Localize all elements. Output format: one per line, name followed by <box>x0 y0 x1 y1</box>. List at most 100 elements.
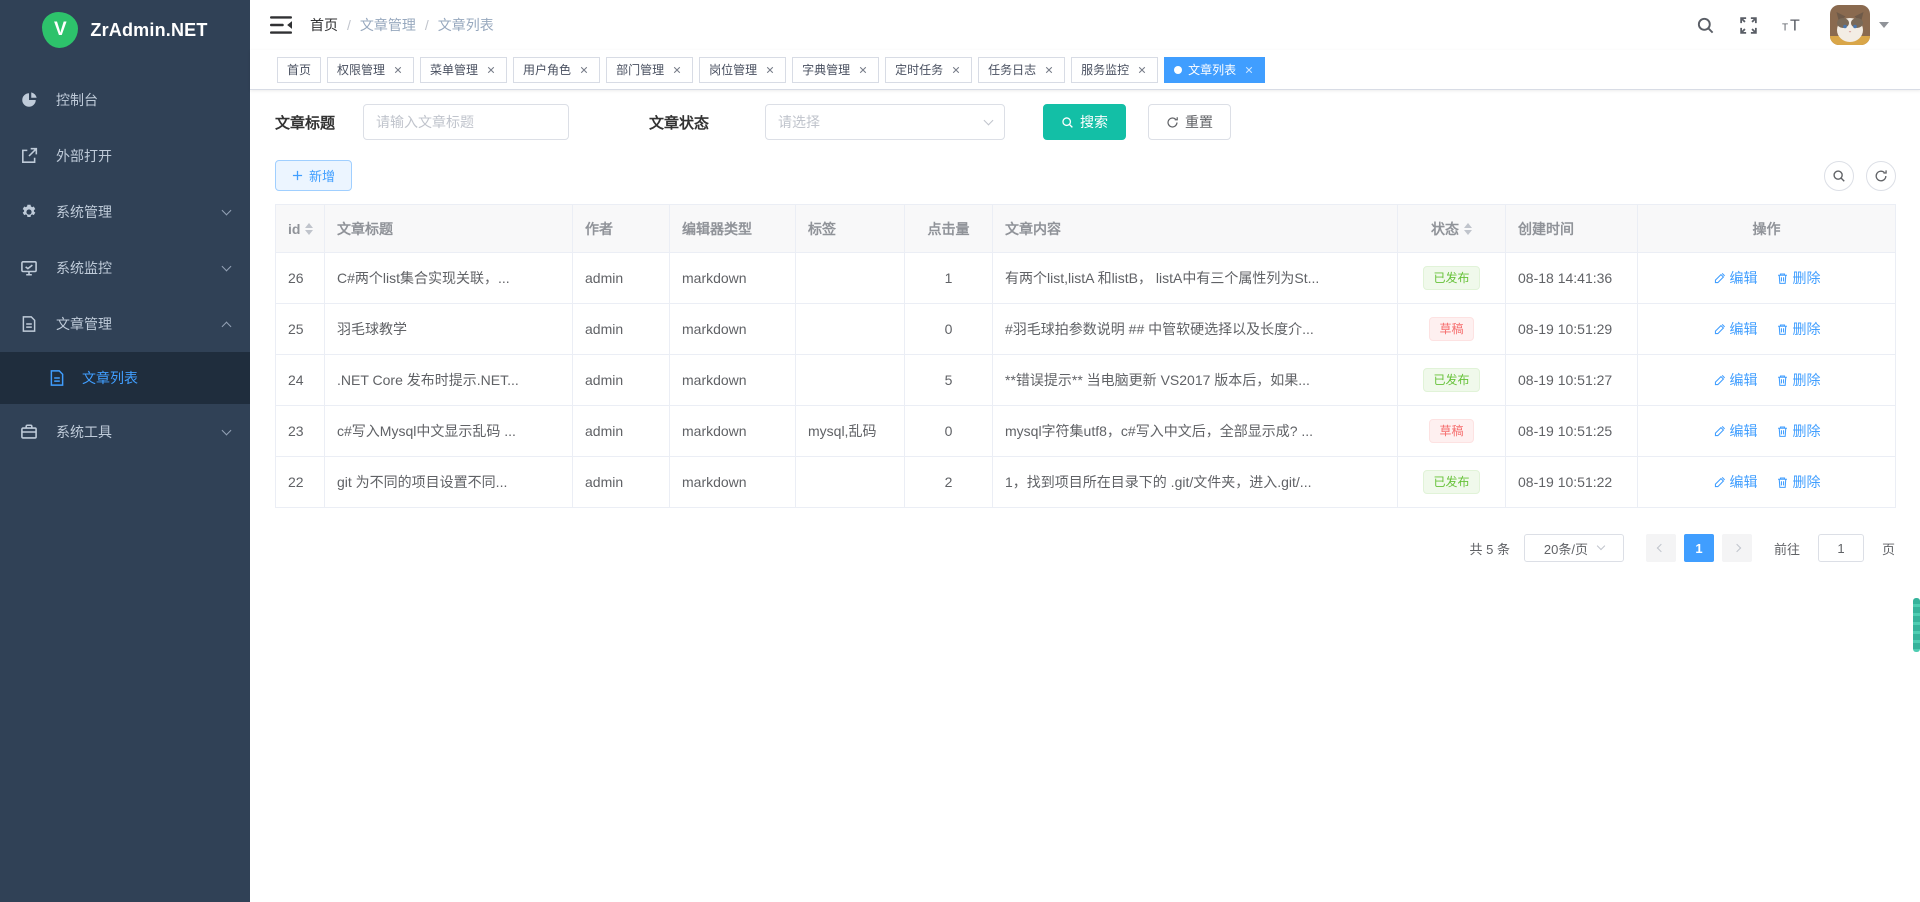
cell-editor: markdown <box>670 304 796 355</box>
tab-item[interactable]: 用户角色 <box>513 57 600 83</box>
articles-table: id文章标题作者编辑器类型标签点击量文章内容状态创建时间操作 26C#两个lis… <box>275 204 1896 508</box>
page-size-select[interactable]: 20条/页 <box>1524 534 1624 562</box>
search-button[interactable]: 搜索 <box>1043 104 1126 140</box>
tab-item[interactable]: 服务监控 <box>1071 57 1158 83</box>
sidebar-item-label: 系统工具 <box>56 422 223 442</box>
close-icon[interactable] <box>1042 63 1055 76</box>
edit-button[interactable]: 编辑 <box>1713 421 1758 441</box>
tab-label: 定时任务 <box>895 61 943 78</box>
delete-button[interactable]: 删除 <box>1776 370 1821 390</box>
tab-label: 服务监控 <box>1081 61 1129 78</box>
article-status-select[interactable]: 请选择 <box>765 104 1005 140</box>
cell-hits: 2 <box>905 457 993 508</box>
caret-down-icon <box>1879 22 1889 28</box>
sidebar-item[interactable]: 外部打开 <box>0 128 250 184</box>
sidebar-item[interactable]: 系统工具 <box>0 404 250 460</box>
sidebar-subitem-label: 文章列表 <box>82 368 138 388</box>
cell-id: 24 <box>276 355 325 406</box>
tabs-bar: 首页权限管理菜单管理用户角色部门管理岗位管理字典管理定时任务 任务日志服务监控 文章… <box>250 50 1920 90</box>
add-button[interactable]: 新增 <box>275 160 352 191</box>
cell-title: c#写入Mysql中文显示乱码 ... <box>325 406 573 457</box>
breadcrumb-item[interactable]: 文章管理 <box>360 15 416 35</box>
edit-icon <box>1713 323 1726 336</box>
user-menu[interactable] <box>1830 5 1889 45</box>
cell-status: 已发布 <box>1398 355 1506 406</box>
sidebar-item-label: 文章管理 <box>56 314 223 334</box>
breadcrumb-item[interactable]: 首页 <box>310 15 338 35</box>
close-icon[interactable] <box>577 63 590 76</box>
scrollbar-thumb[interactable] <box>1913 598 1920 652</box>
user-avatar[interactable] <box>1830 5 1870 45</box>
edit-button-label: 编辑 <box>1730 370 1758 390</box>
article-title-input[interactable] <box>363 104 569 140</box>
sidebar-item-label: 系统管理 <box>56 202 223 222</box>
column-header-id[interactable]: id <box>276 205 325 253</box>
column-label: 创建时间 <box>1518 219 1574 239</box>
cell-tag <box>796 355 905 406</box>
column-header-status[interactable]: 状态 <box>1398 205 1506 253</box>
reset-button[interactable]: 重置 <box>1148 104 1231 140</box>
table-body: 26C#两个list集合实现关联，...adminmarkdown1有两个lis… <box>276 253 1896 508</box>
tab-item[interactable]: 岗位管理 <box>699 57 786 83</box>
tab-item[interactable]: 任务日志 <box>978 57 1065 83</box>
close-icon[interactable] <box>484 63 497 76</box>
delete-button[interactable]: 删除 <box>1776 421 1821 441</box>
close-icon[interactable] <box>670 63 683 76</box>
tab-item[interactable]: 部门管理 <box>606 57 693 83</box>
cell-created: 08-19 10:51:25 <box>1506 406 1638 457</box>
article-title-label: 文章标题 <box>275 112 335 133</box>
cell-ops: 编辑删除 <box>1638 406 1896 457</box>
refresh-table-button[interactable] <box>1866 161 1896 191</box>
close-icon[interactable] <box>949 63 962 76</box>
tab-item[interactable]: 文章列表 <box>1164 57 1265 83</box>
page-content: 文章标题 文章状态 请选择 搜索 重置 新 <box>250 90 1920 562</box>
sidebar-subitem[interactable]: 文章列表 <box>0 352 250 404</box>
edit-icon <box>1713 425 1726 438</box>
fullscreen-icon[interactable] <box>1739 16 1758 35</box>
menu-fold-icon[interactable] <box>270 15 292 35</box>
sidebar-item[interactable]: 控制台 <box>0 72 250 128</box>
toggle-search-button[interactable] <box>1824 161 1854 191</box>
cell-title: 羽毛球教学 <box>325 304 573 355</box>
prev-page-button[interactable] <box>1646 534 1676 562</box>
close-icon[interactable] <box>856 63 869 76</box>
edit-button[interactable]: 编辑 <box>1713 370 1758 390</box>
cell-content: #羽毛球拍参数说明 ## 中管软硬选择以及长度介... <box>993 304 1398 355</box>
main-area: 首页/文章管理/文章列表 TT 首页权限管理菜单管理用户角色部门管理岗位管理字典… <box>250 0 1920 902</box>
delete-button[interactable]: 删除 <box>1776 472 1821 492</box>
cell-author: admin <box>573 457 670 508</box>
sidebar-item[interactable]: 文章管理 <box>0 296 250 352</box>
app-logo[interactable]: V ZrAdmin.NET <box>0 0 250 60</box>
edit-button[interactable]: 编辑 <box>1713 268 1758 288</box>
close-icon[interactable] <box>763 63 776 76</box>
delete-button[interactable]: 删除 <box>1776 319 1821 339</box>
font-size-icon[interactable]: TT <box>1782 16 1806 35</box>
current-page-button[interactable]: 1 <box>1684 534 1714 562</box>
edit-button[interactable]: 编辑 <box>1713 472 1758 492</box>
close-icon[interactable] <box>1242 63 1255 76</box>
tab-item[interactable]: 权限管理 <box>327 57 414 83</box>
sidebar-item[interactable]: 系统管理 <box>0 184 250 240</box>
tab-item[interactable]: 字典管理 <box>792 57 879 83</box>
cell-tag <box>796 457 905 508</box>
column-header-inner: 编辑器类型 <box>682 219 752 239</box>
delete-button-label: 删除 <box>1793 472 1821 492</box>
search-icon[interactable] <box>1696 16 1715 35</box>
delete-button[interactable]: 删除 <box>1776 268 1821 288</box>
close-icon[interactable] <box>391 63 404 76</box>
sidebar-item[interactable]: 系统监控 <box>0 240 250 296</box>
tab-item[interactable]: 菜单管理 <box>420 57 507 83</box>
close-icon[interactable] <box>1135 63 1148 76</box>
tab-item[interactable]: 定时任务 <box>885 57 972 83</box>
edit-button[interactable]: 编辑 <box>1713 319 1758 339</box>
status-badge: 已发布 <box>1423 368 1479 392</box>
tab-item[interactable]: 首页 <box>277 57 321 83</box>
goto-page-input[interactable] <box>1818 534 1864 562</box>
edit-icon <box>1713 374 1726 387</box>
next-page-button[interactable] <box>1722 534 1752 562</box>
delete-icon <box>1776 323 1789 336</box>
chevron-right-icon <box>1733 544 1741 552</box>
cell-created: 08-18 14:41:36 <box>1506 253 1638 304</box>
svg-text:T: T <box>1782 22 1788 33</box>
cell-content: mysql字符集utf8，c#写入中文后，全部显示成? ... <box>993 406 1398 457</box>
